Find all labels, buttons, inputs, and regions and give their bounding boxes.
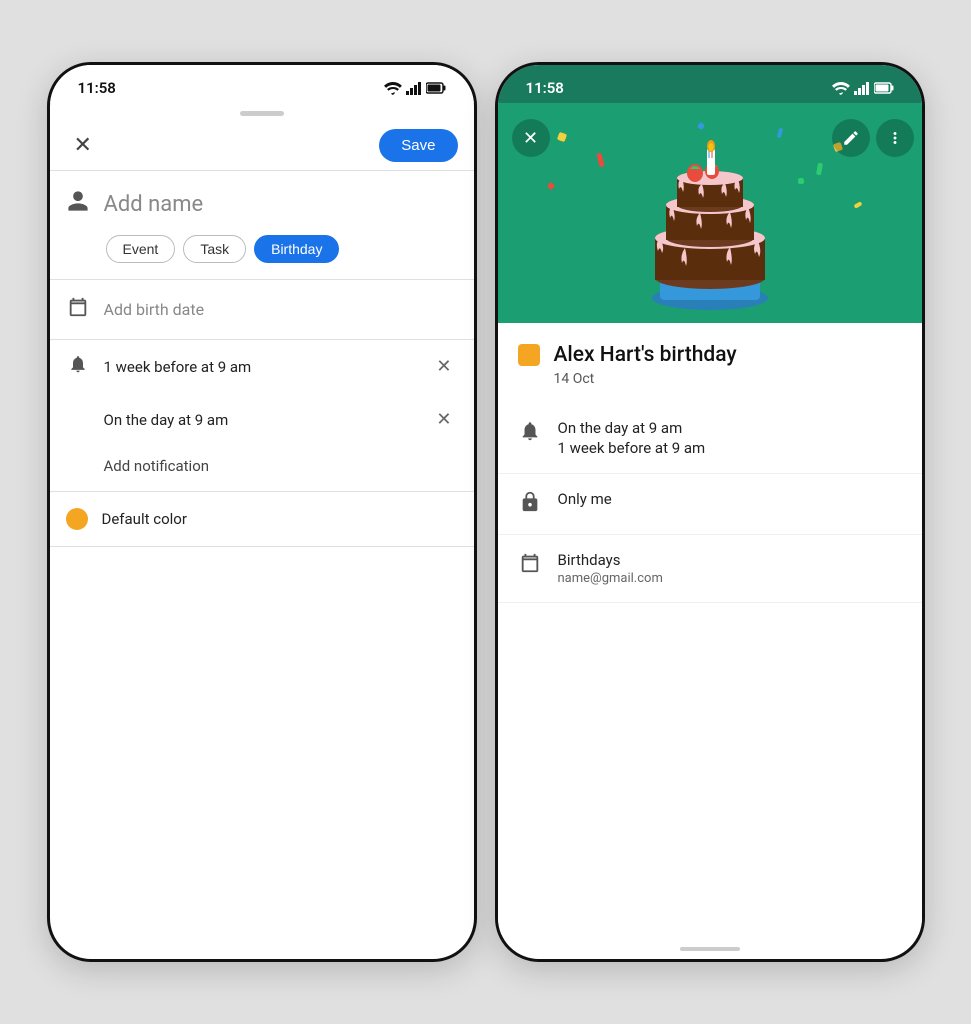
notification-row-2: On the day at 9 am ✕ [50, 393, 474, 446]
remove-notification-2[interactable]: ✕ [430, 407, 457, 432]
confetti-6 [546, 182, 554, 190]
visibility-label: Only me [558, 490, 612, 508]
calendar-row: Birthdays name@gmail.com [498, 535, 922, 603]
event-title: Alex Hart's birthday [554, 343, 737, 367]
close-button[interactable]: ✕ [66, 128, 100, 162]
status-icons-right [832, 82, 894, 95]
calendar-detail: Birthdays name@gmail.com [558, 551, 663, 586]
birth-date-label: Add birth date [104, 300, 205, 319]
save-button[interactable]: Save [379, 129, 457, 162]
event-date: 14 Oct [498, 371, 922, 403]
remove-notification-1[interactable]: ✕ [430, 354, 457, 379]
bell-detail-icon [518, 420, 542, 447]
phone-birthday-detail: 11:58 [495, 62, 925, 962]
calendar-icon [66, 296, 90, 323]
color-row[interactable]: Default color [50, 492, 474, 547]
tab-task[interactable]: Task [183, 235, 246, 263]
bell-icon-1 [66, 354, 90, 379]
wifi-icon [384, 82, 402, 95]
tab-event[interactable]: Event [106, 235, 176, 263]
notifications-detail: On the day at 9 am 1 week before at 9 am [558, 419, 706, 457]
cake-illustration [630, 123, 790, 323]
drag-handle [240, 111, 284, 116]
status-time-right: 11:58 [526, 79, 564, 97]
signal-icon-r [854, 82, 870, 95]
calendar-name: Birthdays [558, 551, 663, 569]
confetti-7 [853, 201, 862, 208]
color-label: Default color [102, 510, 187, 528]
hero-close-button[interactable]: ✕ [512, 119, 550, 157]
event-notifications-row: On the day at 9 am 1 week before at 9 am [498, 403, 922, 474]
birth-date-field[interactable]: Add birth date [50, 280, 474, 340]
hero-edit-button[interactable] [832, 119, 870, 157]
color-dot [66, 508, 88, 530]
calendar-detail-icon [518, 552, 542, 579]
event-type-tabs: Event Task Birthday [50, 229, 474, 279]
visibility-row: Only me [498, 474, 922, 535]
app-container: 11:58 ✕ [27, 42, 945, 982]
status-icons-left [384, 82, 446, 95]
notifications-section: 1 week before at 9 am ✕ On the day at 9 … [50, 340, 474, 492]
battery-icon [426, 82, 446, 94]
notification-detail-1: On the day at 9 am [558, 419, 706, 437]
battery-icon-r [874, 82, 894, 94]
signal-icon [406, 82, 422, 95]
confetti-5 [815, 163, 822, 176]
confetti-1 [556, 132, 566, 142]
add-notification-label[interactable]: Add notification [104, 457, 210, 475]
notification-detail-2: 1 week before at 9 am [558, 439, 706, 457]
add-notification-row[interactable]: Add notification [50, 446, 474, 491]
hero-banner: ✕ [498, 103, 922, 323]
notification-text-1: 1 week before at 9 am [104, 358, 252, 376]
event-card: Alex Hart's birthday 14 Oct On the day a… [498, 323, 922, 935]
cake-svg [630, 123, 790, 318]
lock-icon [518, 491, 542, 518]
header-bar: ✕ Save [50, 120, 474, 171]
tab-birthday[interactable]: Birthday [254, 235, 339, 263]
confetti-2 [596, 153, 604, 168]
calendar-email: name@gmail.com [558, 571, 663, 586]
phone-add-birthday: 11:58 ✕ [47, 62, 477, 962]
wifi-icon-r [832, 82, 850, 95]
status-time-left: 11:58 [78, 79, 116, 97]
bottom-handle [680, 947, 740, 951]
confetti-9 [797, 178, 804, 185]
status-bar-left: 11:58 [50, 65, 474, 103]
status-bar-right: 11:58 [498, 65, 922, 103]
hero-more-button[interactable] [876, 119, 914, 157]
person-icon [66, 189, 90, 219]
event-title-row: Alex Hart's birthday [498, 323, 922, 371]
notification-row-1: 1 week before at 9 am ✕ [50, 340, 474, 393]
add-name-placeholder[interactable]: Add name [104, 192, 204, 217]
event-color-indicator [518, 344, 540, 366]
notification-text-2: On the day at 9 am [104, 411, 229, 429]
add-name-row: Add name [50, 171, 474, 229]
